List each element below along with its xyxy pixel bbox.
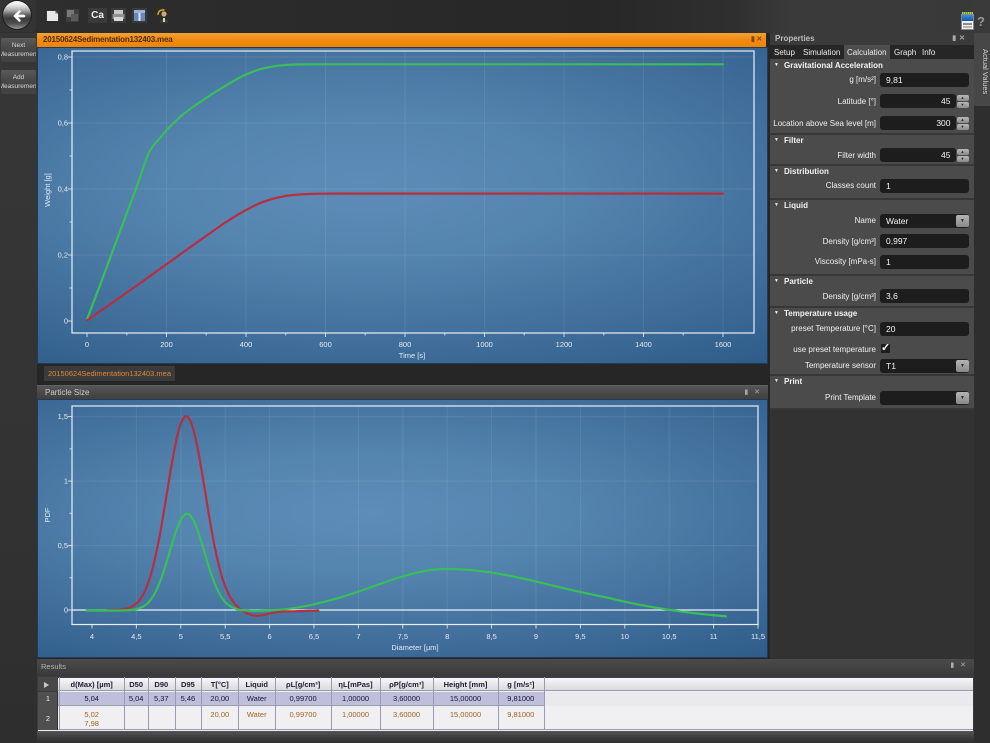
svg-text:Diameter [µm]: Diameter [µm]	[391, 643, 438, 652]
svg-text:0,2: 0,2	[58, 251, 68, 260]
svg-text:4: 4	[90, 632, 94, 641]
svg-text:0: 0	[85, 340, 89, 349]
svg-text:9: 9	[534, 632, 538, 641]
svg-text:11: 11	[710, 632, 718, 641]
svg-text:Time [s]: Time [s]	[399, 351, 425, 360]
svg-text:8,5: 8,5	[486, 632, 496, 641]
svg-text:1400: 1400	[635, 340, 652, 349]
svg-text:0,8: 0,8	[58, 53, 68, 62]
svg-text:0,5: 0,5	[58, 541, 68, 550]
svg-text:6: 6	[268, 632, 272, 641]
svg-text:7: 7	[356, 632, 360, 641]
svg-text:0,6: 0,6	[58, 119, 68, 128]
svg-text:10,5: 10,5	[662, 632, 677, 641]
svg-text:1200: 1200	[556, 340, 573, 349]
svg-text:0,4: 0,4	[58, 185, 68, 194]
svg-text:Weight [g]: Weight [g]	[43, 173, 52, 207]
svg-text:4,5: 4,5	[131, 632, 141, 641]
svg-text:0: 0	[64, 317, 68, 326]
svg-text:11,5: 11,5	[751, 632, 765, 641]
svg-text:1000: 1000	[476, 340, 493, 349]
svg-text:10: 10	[621, 632, 629, 641]
svg-text:200: 200	[160, 340, 173, 349]
svg-text:0: 0	[64, 606, 68, 615]
svg-text:1600: 1600	[715, 340, 732, 349]
svg-text:5: 5	[179, 632, 183, 641]
svg-text:7,5: 7,5	[398, 632, 408, 641]
svg-text:800: 800	[399, 340, 412, 349]
svg-text:400: 400	[240, 340, 253, 349]
svg-text:8: 8	[445, 632, 449, 641]
svg-text:PDF: PDF	[43, 507, 52, 522]
svg-text:1: 1	[64, 477, 68, 486]
svg-text:1,5: 1,5	[58, 412, 68, 421]
svg-text:600: 600	[319, 340, 332, 349]
svg-text:6,5: 6,5	[309, 632, 319, 641]
svg-text:5,5: 5,5	[220, 632, 230, 641]
svg-text:9,5: 9,5	[575, 632, 585, 641]
